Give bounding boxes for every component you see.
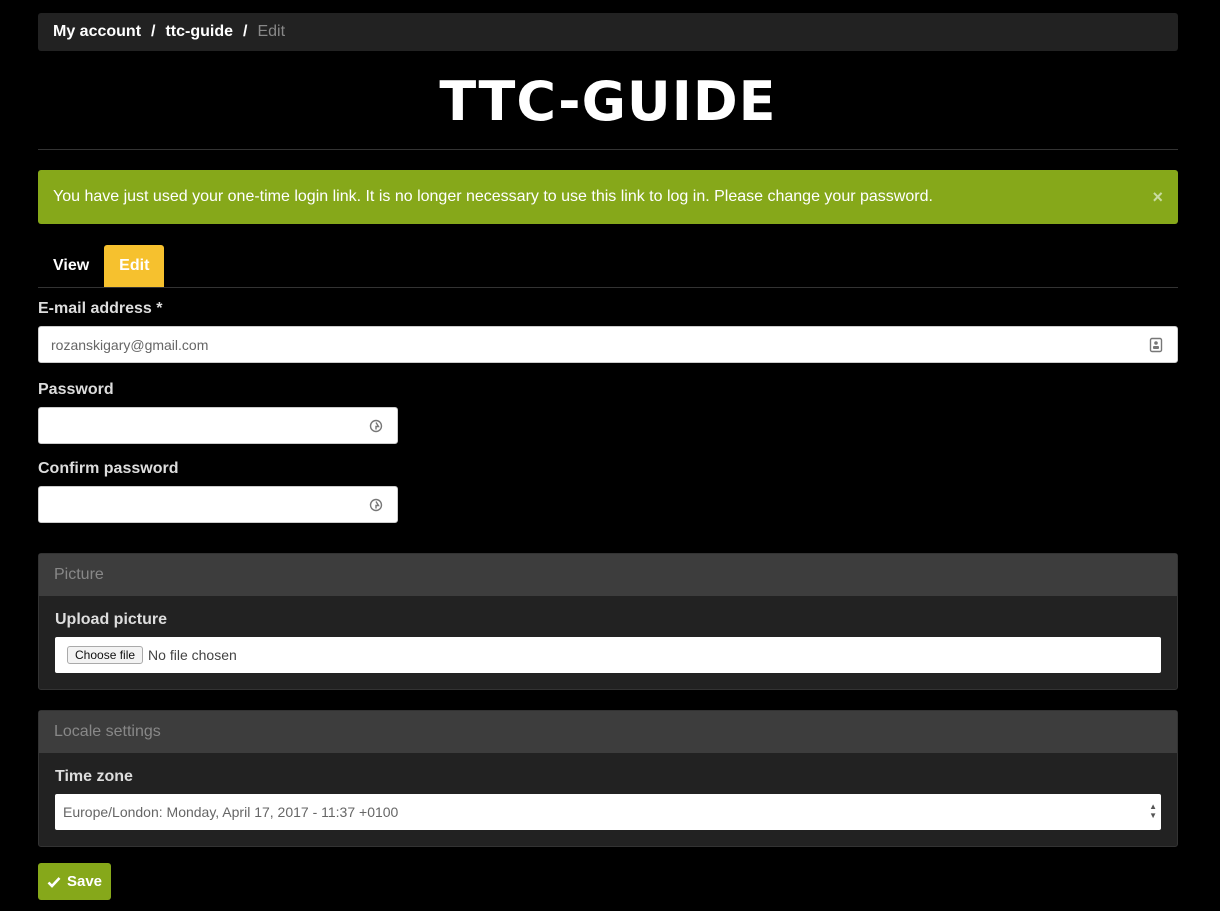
email-label: E-mail address * — [38, 300, 1178, 318]
locale-panel: Locale settings Time zone Europe/London:… — [38, 710, 1178, 847]
tab-bar: View Edit — [38, 245, 1178, 288]
email-label-text: E-mail address — [38, 300, 152, 317]
picture-panel-body: Upload picture Choose file No file chose… — [39, 596, 1177, 689]
locale-panel-title: Locale settings — [39, 711, 1177, 753]
email-group: E-mail address * rozanskigary@gmail.com — [38, 300, 1178, 363]
picture-panel: Picture Upload picture Choose file No fi… — [38, 553, 1178, 690]
password-group: Password — [38, 381, 1178, 444]
alert-message: You have just used your one-time login l… — [53, 188, 933, 205]
password-field[interactable] — [38, 407, 398, 444]
breadcrumb-my-account[interactable]: My account — [53, 23, 141, 41]
picture-panel-title: Picture — [39, 554, 1177, 596]
timezone-select[interactable]: Europe/London: Monday, April 17, 2017 - … — [55, 794, 1161, 830]
close-icon[interactable]: × — [1152, 187, 1163, 208]
required-marker: * — [156, 300, 163, 317]
timezone-value: Europe/London: Monday, April 17, 2017 - … — [63, 804, 399, 820]
site-title: TTC-GUIDE — [439, 70, 777, 133]
check-icon — [47, 876, 61, 888]
breadcrumb: My account / ttc-guide / Edit — [38, 13, 1178, 51]
confirm-password-label: Confirm password — [38, 460, 179, 477]
password-label: Password — [38, 381, 114, 398]
confirm-password-group: Confirm password — [38, 460, 1178, 523]
tab-view[interactable]: View — [38, 245, 104, 287]
file-status: No file chosen — [148, 647, 237, 663]
email-value: rozanskigary@gmail.com — [51, 336, 209, 353]
choose-file-button[interactable]: Choose file — [67, 646, 144, 664]
title-divider — [38, 149, 1178, 150]
breadcrumb-separator: / — [151, 23, 156, 40]
breadcrumb-user[interactable]: ttc-guide — [165, 23, 233, 41]
timezone-label: Time zone — [55, 768, 133, 785]
upload-picture-input[interactable]: Choose file No file chosen — [55, 637, 1161, 673]
password-manager-icon[interactable] — [369, 497, 383, 513]
save-button[interactable]: Save — [38, 863, 111, 900]
email-field[interactable]: rozanskigary@gmail.com — [38, 326, 1178, 363]
confirm-password-field[interactable] — [38, 486, 398, 523]
status-alert: You have just used your one-time login l… — [38, 170, 1178, 224]
select-arrows-icon: ▲ ▼ — [1149, 802, 1157, 820]
breadcrumb-current: Edit — [257, 23, 286, 40]
breadcrumb-separator: / — [243, 23, 248, 40]
save-label: Save — [66, 873, 103, 890]
contact-card-icon[interactable] — [1149, 337, 1163, 353]
locale-panel-body: Time zone Europe/London: Monday, April 1… — [39, 753, 1177, 846]
tab-edit[interactable]: Edit — [104, 245, 165, 287]
upload-picture-label: Upload picture — [55, 611, 168, 628]
password-manager-icon[interactable] — [369, 418, 383, 434]
